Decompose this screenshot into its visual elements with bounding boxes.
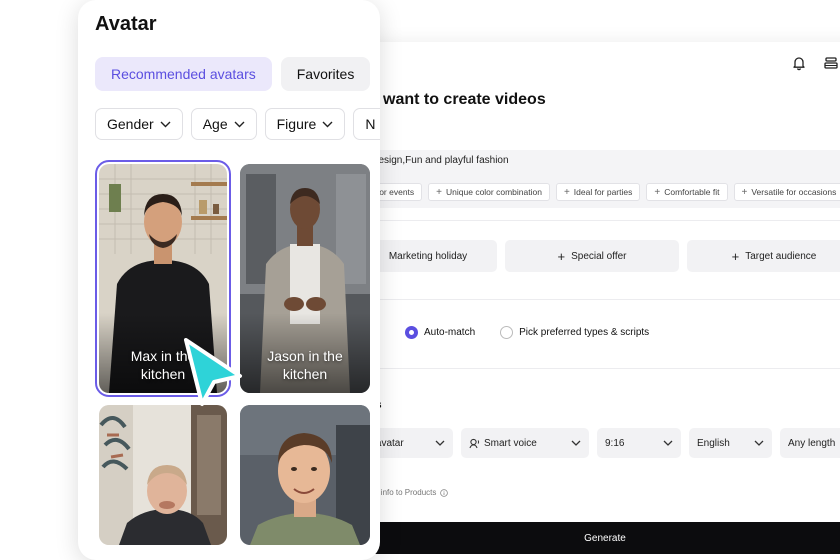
panel-title: Avatar bbox=[95, 13, 157, 35]
bell-icon[interactable] bbox=[790, 54, 808, 72]
avatar-card-3[interactable] bbox=[99, 405, 227, 545]
plus-icon: + bbox=[741, 186, 748, 198]
avatar-photo bbox=[99, 405, 227, 545]
avatar-filters: Gender Age Figure N bbox=[95, 108, 380, 140]
plus-icon: + bbox=[563, 186, 570, 198]
plus-icon: + bbox=[557, 248, 566, 264]
chevron-down-icon bbox=[160, 121, 171, 127]
chevron-down-icon bbox=[754, 440, 764, 446]
tab-recommended-avatars[interactable]: Recommended avatars bbox=[95, 57, 272, 91]
radio-auto-match[interactable] bbox=[405, 326, 418, 339]
generate-button[interactable]: Generate bbox=[345, 522, 840, 554]
chevron-down-icon bbox=[322, 121, 333, 127]
divider bbox=[359, 368, 840, 369]
tab-favorites[interactable]: Favorites bbox=[280, 57, 371, 91]
figure-filter[interactable]: Figure bbox=[264, 108, 346, 140]
voice-icon bbox=[469, 438, 480, 448]
avatar-tabs: Recommended avatars Favorites bbox=[95, 57, 371, 91]
description-text: ng design,Fun and playful fashion bbox=[359, 155, 509, 166]
radio-pick-preferred[interactable] bbox=[500, 326, 514, 339]
keyword-chips: +for events +Unique color combination +I… bbox=[359, 183, 840, 201]
plus-icon: + bbox=[436, 186, 443, 198]
divider bbox=[359, 299, 840, 300]
chip[interactable]: + Comfortable fit bbox=[646, 183, 728, 201]
pointer-cursor-icon bbox=[184, 338, 242, 406]
length-select[interactable]: Any length bbox=[780, 428, 840, 458]
gender-filter[interactable]: Gender bbox=[95, 108, 183, 140]
chevron-down-icon bbox=[234, 121, 245, 127]
tag-target-audience[interactable]: + Target audience bbox=[687, 240, 840, 272]
plus-icon: + bbox=[731, 248, 740, 264]
tag-row: Marketing holiday + Special offer + Target… bbox=[359, 240, 840, 272]
tag-special-offer[interactable]: + Special offer bbox=[505, 240, 679, 272]
radio-label: Pick preferred types & scripts bbox=[519, 327, 650, 338]
avatar-card-4[interactable] bbox=[240, 405, 370, 545]
aspect-ratio-select[interactable]: 9:16 bbox=[597, 428, 681, 458]
page-heading: ou want to create videos bbox=[359, 91, 546, 108]
settings-selects: rt avatar Smart voice 9:16 English Any l… bbox=[359, 428, 840, 458]
create-video-window: ou want to create videos ng design,Fun a… bbox=[345, 42, 840, 560]
avatar-photo bbox=[240, 405, 370, 545]
info-icon bbox=[440, 488, 449, 497]
chevron-down-icon bbox=[663, 440, 673, 446]
script-options: es Auto-match Pick preferred types & scr… bbox=[359, 326, 649, 339]
chip[interactable]: + Unique color combination bbox=[428, 183, 550, 201]
layers-icon[interactable] bbox=[822, 54, 840, 72]
avatar-card-jason[interactable]: Jason in the kitchen bbox=[240, 164, 370, 393]
app-topbar bbox=[790, 54, 840, 72]
chevron-down-icon bbox=[571, 440, 581, 446]
radio-label: Auto-match bbox=[424, 327, 476, 338]
age-filter[interactable]: Age bbox=[190, 108, 257, 140]
language-select[interactable]: English bbox=[689, 428, 772, 458]
chip[interactable]: + Ideal for parties bbox=[555, 183, 641, 201]
avatar-card-label: Jason in the kitchen bbox=[267, 348, 343, 382]
voice-select[interactable]: Smart voice bbox=[461, 428, 589, 458]
plus-icon: + bbox=[654, 186, 661, 198]
chip[interactable]: + Versatile for occasions bbox=[733, 183, 840, 201]
divider bbox=[359, 220, 840, 221]
chevron-down-icon bbox=[435, 440, 445, 446]
avatar-panel: Avatar Recommended avatars Favorites Gen… bbox=[78, 0, 380, 560]
more-filter[interactable]: N bbox=[353, 108, 380, 140]
